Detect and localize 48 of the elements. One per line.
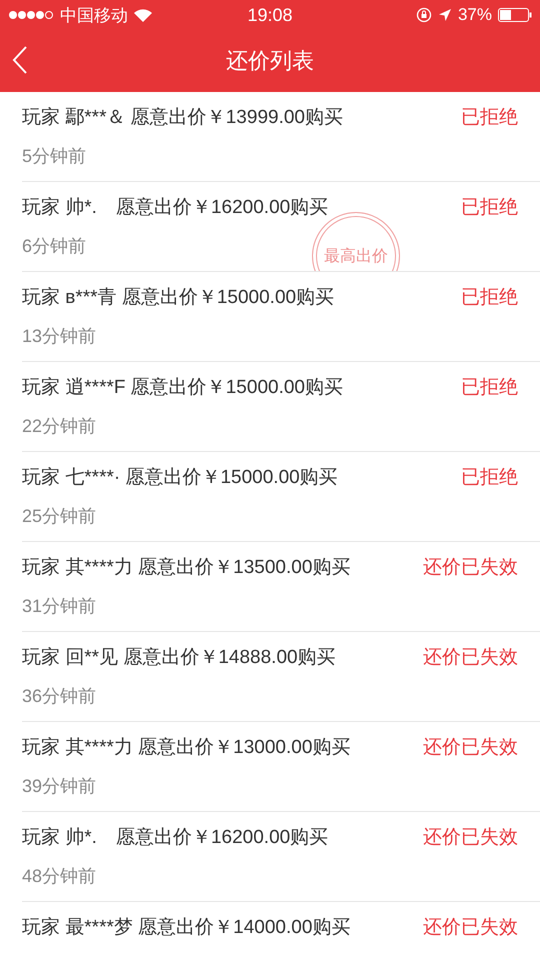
offer-text: 玩家 帅*. 愿意出价￥16200.00购买	[22, 826, 328, 850]
back-button[interactable]	[12, 46, 28, 74]
offer-text: 玩家 其****力 愿意出价￥13500.00购买	[22, 556, 350, 580]
offer-text: 玩家 其****力 愿意出价￥13000.00购买	[22, 736, 350, 760]
offer-text: 玩家 七****· 愿意出价￥15000.00购买	[22, 466, 338, 490]
offer-text: 玩家 最****梦 愿意出价￥14000.00购买	[22, 916, 350, 940]
signal-icon	[8, 10, 54, 20]
offer-time: 6分钟前	[22, 235, 86, 258]
offer-time: 13分钟前	[22, 325, 96, 348]
offer-text: 玩家 逍****F 愿意出价￥15000.00购买	[22, 376, 343, 400]
offer-status: 已拒绝	[461, 196, 518, 220]
offer-time: 5分钟前	[22, 145, 86, 168]
offer-time: 31分钟前	[22, 595, 96, 618]
offer-status: 还价已失效	[423, 556, 518, 580]
offer-row[interactable]: 玩家 其****力 愿意出价￥13500.00购买 还价已失效 31分钟前	[22, 542, 540, 632]
offer-text: 玩家 回**见 愿意出价￥14888.00购买	[22, 646, 336, 670]
offer-time: 39分钟前	[22, 775, 96, 798]
offer-status: 已拒绝	[461, 466, 518, 490]
offer-status: 已拒绝	[461, 106, 518, 130]
offer-row[interactable]: 玩家 逍****F 愿意出价￥15000.00购买 已拒绝 22分钟前	[22, 362, 540, 452]
offer-row[interactable]: 玩家 帅*. 愿意出价￥16200.00购买 还价已失效 48分钟前	[22, 812, 540, 902]
wifi-icon	[134, 8, 152, 22]
offer-row[interactable]: 玩家 鄢***＆ 愿意出价￥13999.00购买 已拒绝 5分钟前	[22, 92, 540, 182]
offer-text: 玩家 鄢***＆ 愿意出价￥13999.00购买	[22, 106, 343, 130]
offer-time: 48分钟前	[22, 865, 96, 888]
back-icon	[12, 46, 28, 74]
location-arrow-icon	[438, 8, 452, 22]
offer-row[interactable]: 玩家 七****· 愿意出价￥15000.00购买 已拒绝 25分钟前	[22, 452, 540, 542]
battery-percent: 37%	[458, 5, 492, 25]
offer-status: 已拒绝	[461, 376, 518, 400]
offer-status: 还价已失效	[423, 826, 518, 850]
offer-time: 22分钟前	[22, 415, 96, 438]
offer-time: 36分钟前	[22, 685, 96, 708]
rotation-lock-icon	[416, 7, 432, 23]
offer-row[interactable]: 玩家 最****梦 愿意出价￥14000.00购买 还价已失效	[22, 902, 540, 960]
battery-icon	[498, 8, 532, 22]
page-title: 还价列表	[226, 47, 314, 75]
offer-text: 玩家 в***青 愿意出价￥15000.00购买	[22, 286, 334, 310]
carrier-label: 中国移动	[60, 4, 128, 26]
offer-row[interactable]: 玩家 в***青 愿意出价￥15000.00购买 已拒绝 13分钟前	[22, 272, 540, 362]
offer-status: 还价已失效	[423, 736, 518, 760]
offer-row[interactable]: 玩家 其****力 愿意出价￥13000.00购买 还价已失效 39分钟前	[22, 722, 540, 812]
offer-status: 已拒绝	[461, 286, 518, 310]
offer-time: 25分钟前	[22, 505, 96, 528]
offer-status: 还价已失效	[423, 916, 518, 940]
offer-row[interactable]: 玩家 回**见 愿意出价￥14888.00购买 还价已失效 36分钟前	[22, 632, 540, 722]
offer-status: 还价已失效	[423, 646, 518, 670]
clock-time: 19:08	[247, 4, 293, 26]
